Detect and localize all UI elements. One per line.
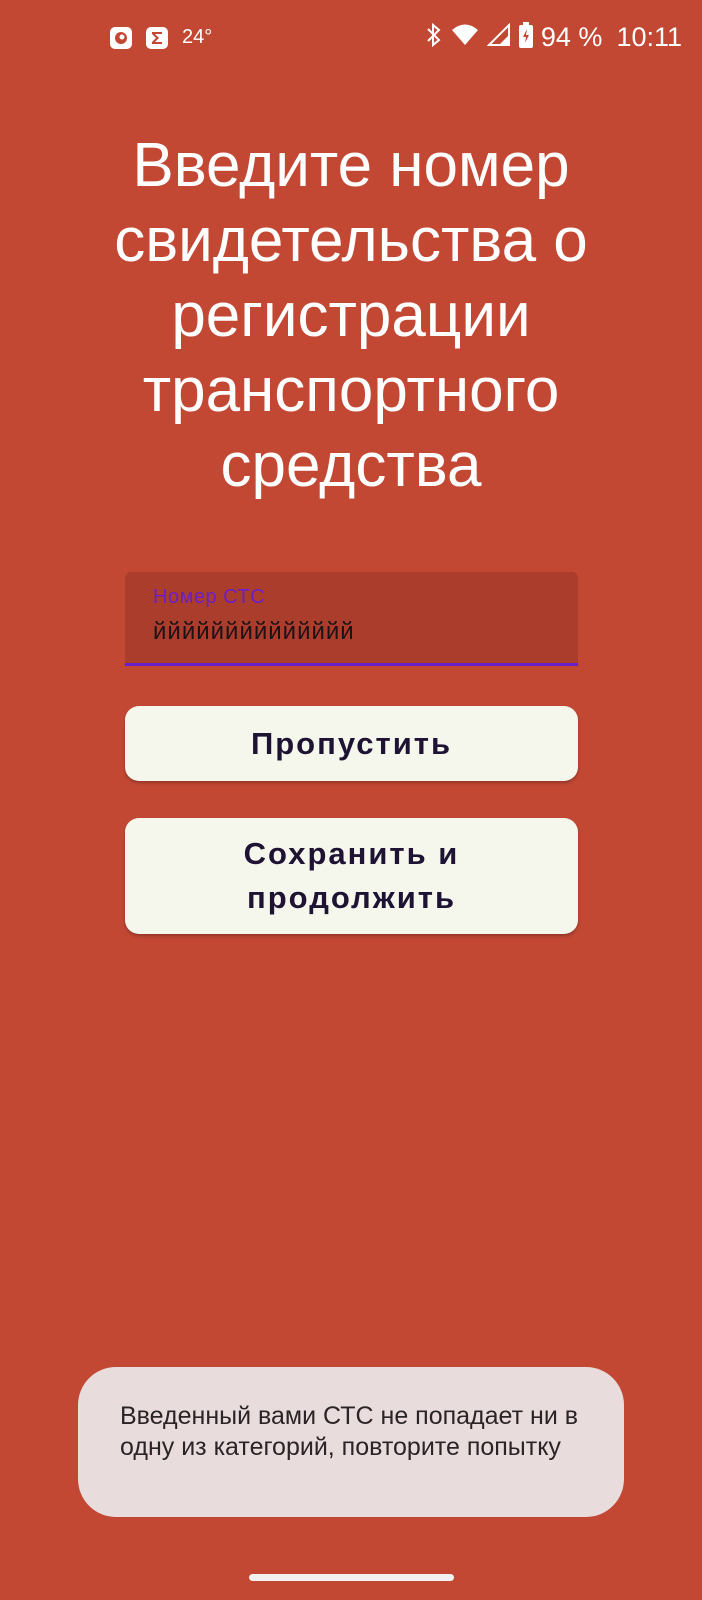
sts-input-value[interactable]: йййййййййййййй	[153, 618, 355, 646]
battery-percent-text: 94 %	[540, 22, 603, 52]
save-and-continue-button[interactable]: Сохранить и продолжить	[125, 818, 578, 934]
error-toast: Введенный вами СТС не попадает ни в одну…	[78, 1367, 624, 1517]
sts-number-input[interactable]: Номер СТС йййййййййййййй	[125, 572, 578, 666]
sts-input-label: Номер СТС	[153, 586, 266, 608]
screen: 24° 94 % 10:11 Введите номер свидетельст…	[0, 0, 702, 1600]
bluetooth-icon	[425, 22, 443, 53]
clock-text: 10:11	[616, 22, 682, 52]
temperature-text: 24°	[182, 26, 213, 48]
status-bar-right: 94 % 10:11	[425, 22, 682, 53]
cell-signal-icon	[486, 22, 511, 52]
battery-charging-icon	[518, 22, 533, 53]
notification-app-icon	[110, 26, 132, 49]
navigation-gesture-handle[interactable]	[249, 1574, 454, 1581]
sigma-app-icon	[146, 26, 168, 49]
skip-button[interactable]: Пропустить	[125, 706, 578, 781]
wifi-icon	[451, 23, 479, 52]
status-bar-left: 24°	[110, 26, 212, 49]
status-bar: 24° 94 % 10:11	[0, 0, 702, 80]
page-title: Введите номер свидетельства о регистраци…	[114, 131, 588, 500]
